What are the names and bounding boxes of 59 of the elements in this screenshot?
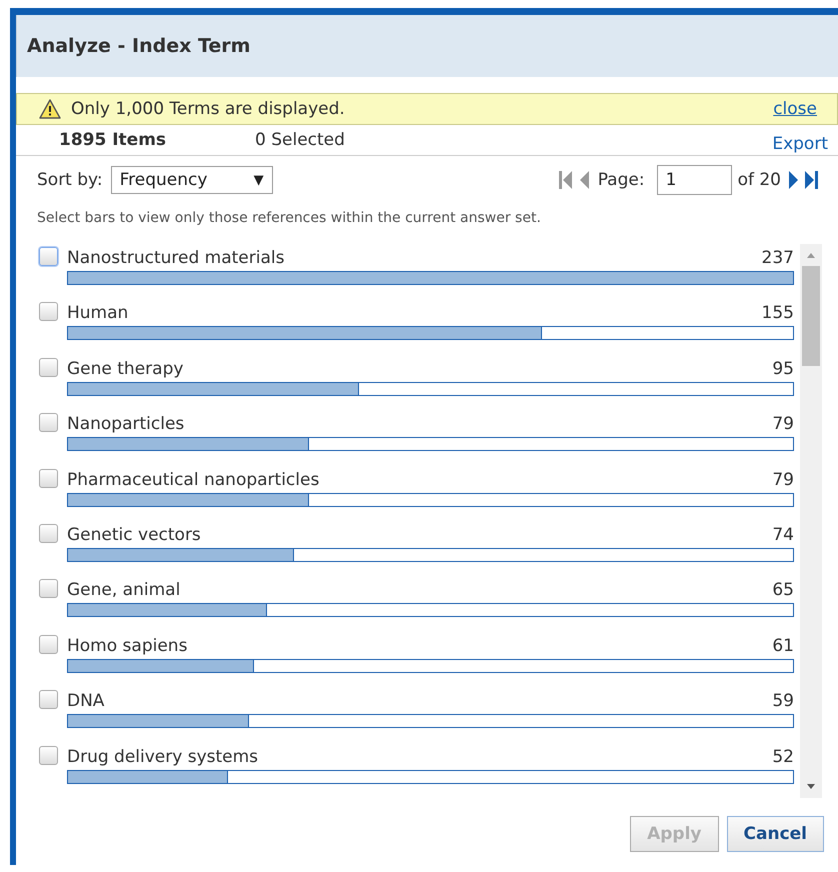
frequency-bar[interactable] <box>67 437 794 452</box>
term-name: Homo sapiens <box>67 636 188 656</box>
frequency-bar[interactable] <box>67 326 794 340</box>
scrollbar-thumb[interactable] <box>802 266 820 366</box>
dialog-title: Analyze - Index Term <box>27 35 250 57</box>
frequency-bar[interactable] <box>67 714 794 728</box>
next-page-icon[interactable] <box>789 170 799 190</box>
page-input[interactable]: 1 <box>656 165 732 195</box>
term-name: Genetic vectors <box>67 525 201 546</box>
first-page-icon[interactable] <box>558 170 573 190</box>
term-checkbox[interactable] <box>39 634 58 654</box>
term-name: DNA <box>67 691 104 712</box>
export-link[interactable]: Export <box>772 134 828 155</box>
frequency-bar[interactable] <box>67 658 794 673</box>
selected-count: 0 Selected <box>255 130 346 150</box>
frequency-bar[interactable] <box>67 770 794 784</box>
scrollbar[interactable] <box>800 244 822 798</box>
term-checkbox[interactable] <box>39 468 58 488</box>
term-name: Gene, animal <box>67 580 180 600</box>
term-name: Human <box>67 303 128 324</box>
cancel-button[interactable]: Cancel <box>726 816 824 852</box>
hint-text: Select bars to view only those references within the current answer set. <box>36 209 542 226</box>
term-checkbox[interactable] <box>39 579 58 598</box>
term-name: Drug delivery systems <box>67 746 258 767</box>
page-label: Page: <box>598 170 645 190</box>
term-count: 59 <box>772 691 794 712</box>
term-checkbox[interactable] <box>39 690 58 710</box>
previous-page-icon[interactable] <box>578 170 589 190</box>
term-name: Nanostructured materials <box>67 248 284 268</box>
term-count: 237 <box>762 248 794 268</box>
last-page-icon[interactable] <box>805 170 819 190</box>
term-count: 52 <box>772 746 794 767</box>
term-name: Pharmaceutical nanoparticles <box>67 470 320 490</box>
warning-icon <box>39 99 61 119</box>
term-count: 79 <box>772 470 794 490</box>
term-name: Nanoparticles <box>67 414 184 434</box>
term-count: 79 <box>772 414 794 434</box>
page-total: of 20 <box>738 170 781 190</box>
term-checkbox[interactable] <box>39 358 58 377</box>
frequency-bar[interactable] <box>67 548 794 562</box>
term-checkbox[interactable] <box>39 746 58 765</box>
close-link[interactable]: close <box>773 99 817 119</box>
notice-text: Only 1,000 Terms are displayed. <box>71 99 346 119</box>
term-count: 95 <box>772 358 794 379</box>
term-count: 61 <box>772 636 794 656</box>
term-count: 155 <box>762 303 794 324</box>
sort-label: Sort by: <box>37 170 103 190</box>
items-count: 1895 Items <box>59 130 168 150</box>
term-checkbox[interactable] <box>39 413 58 432</box>
sort-dropdown[interactable]: Frequency ▼ <box>110 166 273 194</box>
term-name: Gene therapy <box>67 358 184 379</box>
term-checkbox[interactable] <box>39 524 58 544</box>
term-checkbox[interactable] <box>39 247 58 266</box>
frequency-bar[interactable] <box>67 603 794 618</box>
frequency-bar[interactable] <box>67 492 794 507</box>
term-count: 74 <box>772 525 794 546</box>
term-count: 65 <box>772 580 794 600</box>
term-checkbox[interactable] <box>39 302 58 322</box>
frequency-bar[interactable] <box>67 382 794 396</box>
